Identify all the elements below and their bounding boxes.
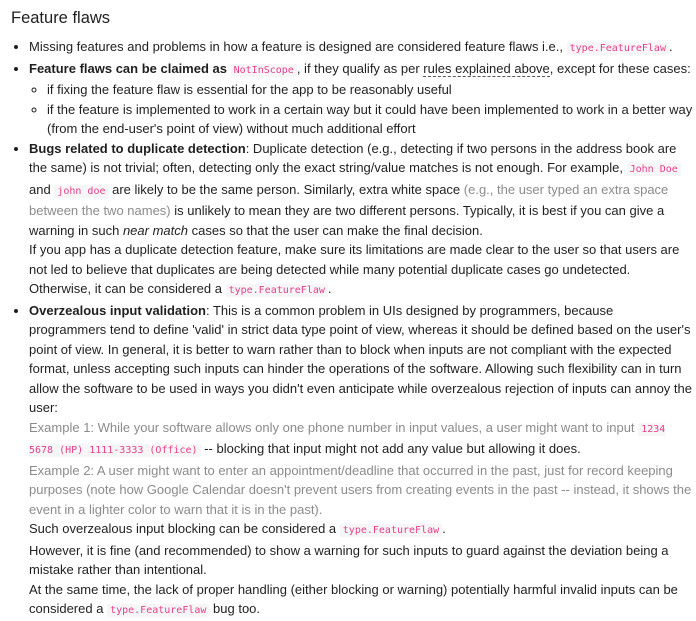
section-heading: Feature flaws bbox=[11, 9, 111, 27]
paragraph: At the same time, the lack of proper han… bbox=[29, 580, 693, 621]
item-text: : This is a common problem in UIs design… bbox=[29, 302, 692, 416]
rules-link[interactable]: rules explained above bbox=[423, 60, 550, 77]
example-2: Example 2: A user might want to enter an… bbox=[29, 462, 692, 517]
inline-code: type.FeatureFlaw bbox=[225, 284, 328, 297]
exception-list: if fixing the feature flaw is essential … bbox=[29, 80, 693, 139]
feature-flaws-list: Missing features and problems in how a f… bbox=[11, 37, 693, 621]
item-text: , except for these cases: bbox=[549, 60, 691, 76]
inline-code: type.FeatureFlaw bbox=[339, 524, 443, 537]
inline-code: john doe bbox=[54, 184, 109, 198]
item-text: , if they qualify as per bbox=[296, 60, 420, 76]
item-text: bug too. bbox=[213, 601, 261, 616]
sub-list-item: if fixing the feature flaw is essential … bbox=[47, 80, 693, 100]
inline-code: type.FeatureFlaw bbox=[566, 42, 669, 55]
list-item: Overzealous input validation: This is a … bbox=[29, 301, 693, 621]
list-item: Feature flaws can be claimed as NotInSco… bbox=[29, 59, 693, 139]
example-text: Example 1: While your software allows on… bbox=[29, 419, 635, 435]
item-bold-lead: Feature flaws can be claimed as bbox=[29, 60, 227, 76]
paragraph: Such overzealous input blocking can be c… bbox=[29, 519, 693, 541]
inline-code: John Doe bbox=[626, 163, 681, 176]
sub-list-item: if the feature is implemented to work in… bbox=[47, 100, 693, 139]
paragraph: If you app has a duplicate detection fea… bbox=[29, 240, 693, 301]
example-text: -- blocking that input might not add any… bbox=[204, 441, 581, 456]
item-text: . bbox=[668, 39, 673, 54]
item-bold-lead: Bugs related to duplicate detection bbox=[29, 140, 246, 156]
paragraph-text: If you app has a duplicate detection fea… bbox=[29, 242, 680, 296]
item-text: are likely to be the same person. Simila… bbox=[112, 181, 461, 197]
item-text: and bbox=[29, 181, 51, 197]
item-text: cases so that the user can make the fina… bbox=[191, 222, 483, 238]
item-text: Missing features and problems in how a f… bbox=[29, 39, 564, 54]
item-text: . bbox=[442, 521, 446, 536]
document-page: Feature flaws Missing features and probl… bbox=[0, 0, 693, 621]
list-item: Bugs related to duplicate detection: Dup… bbox=[29, 139, 693, 301]
item-bold-lead: Overzealous input validation bbox=[29, 302, 206, 318]
italic-text: near match bbox=[122, 222, 188, 238]
inline-code: type.FeatureFlaw bbox=[107, 604, 210, 617]
inline-code: NotInScope bbox=[230, 63, 297, 77]
item-text: . bbox=[327, 281, 332, 296]
paragraph: However, it is fine (and recommended) to… bbox=[29, 542, 669, 578]
example-1: Example 1: While your software allows on… bbox=[29, 418, 693, 461]
paragraph-text: Such overzealous input blocking can be c… bbox=[29, 521, 337, 536]
list-item: Missing features and problems in how a f… bbox=[29, 37, 693, 59]
